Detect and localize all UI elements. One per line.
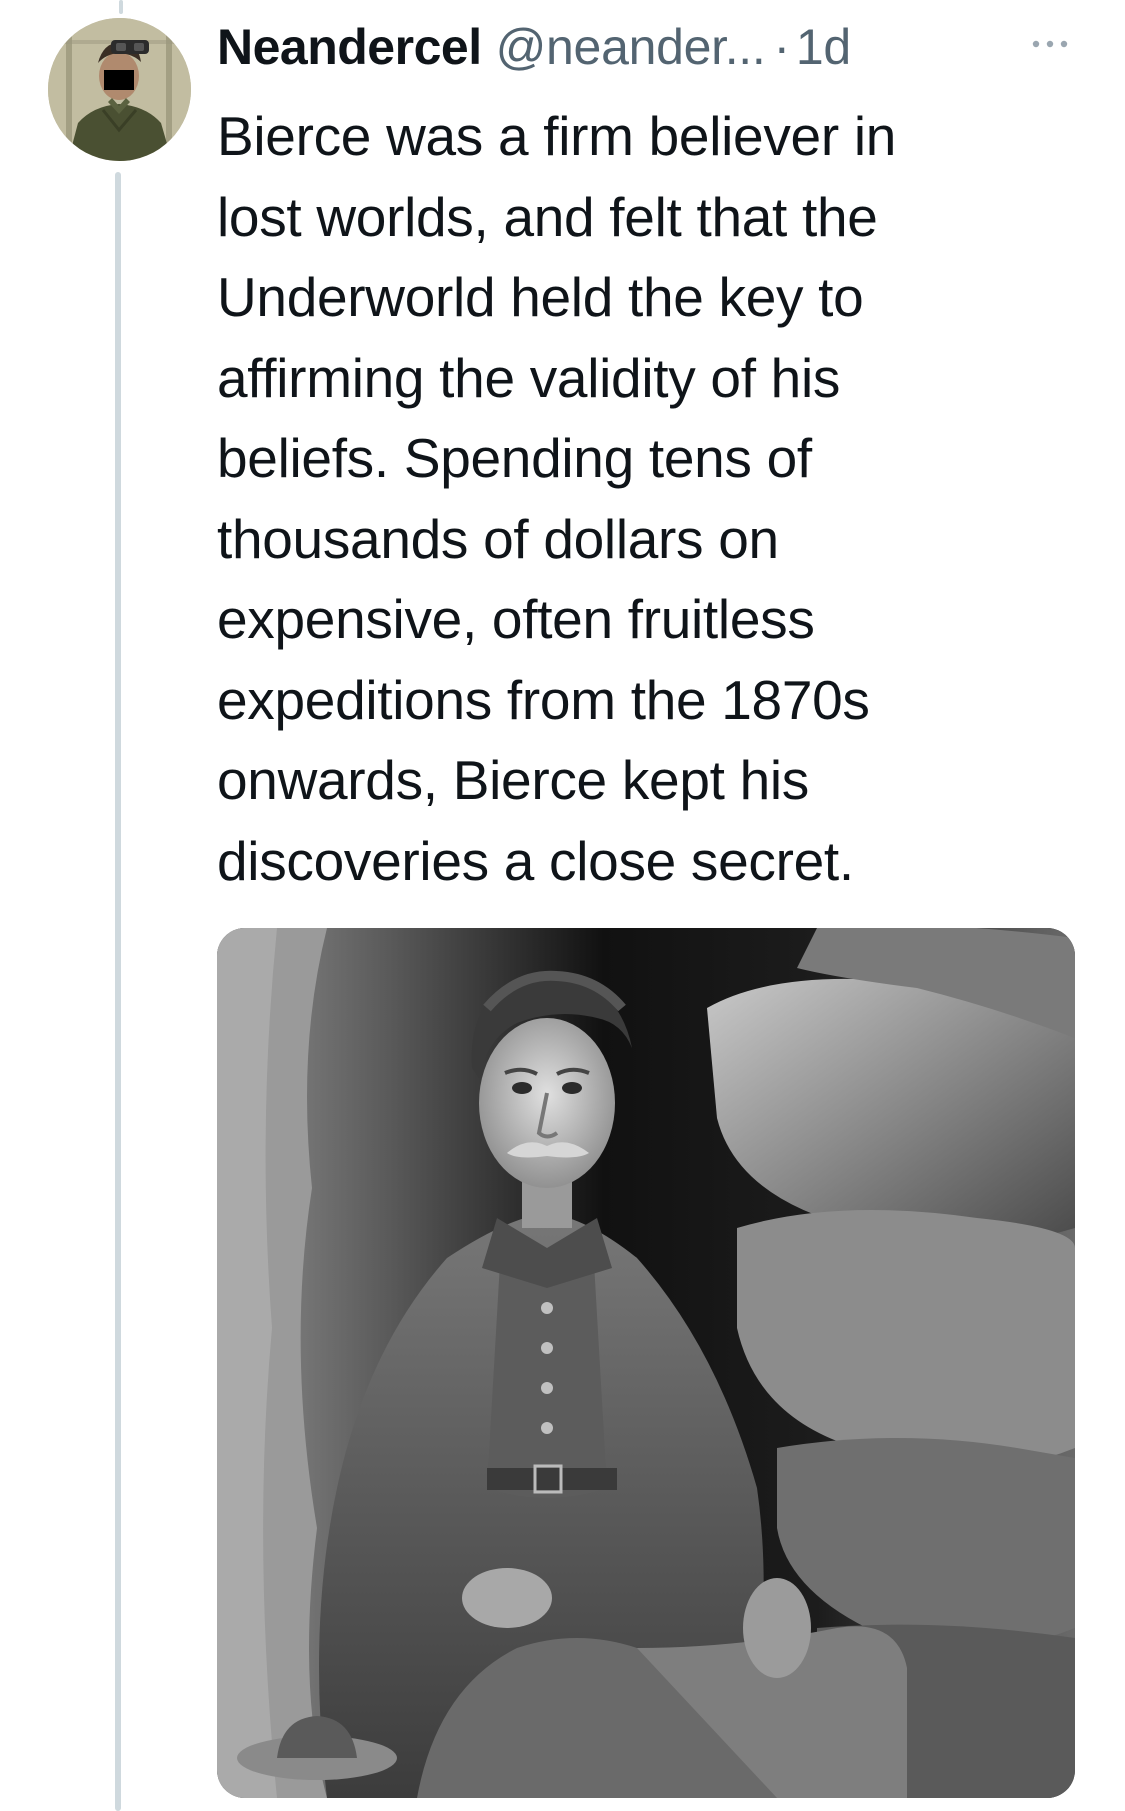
tweet-media-photo[interactable] <box>217 928 1075 1798</box>
tweet-header: Neandercel @neander... · 1d <box>217 14 1097 80</box>
avatar-image <box>48 18 191 161</box>
display-name[interactable]: Neandercel <box>217 14 482 80</box>
photo-image <box>217 928 1075 1798</box>
timestamp[interactable]: 1d <box>796 14 851 80</box>
tweet-text: Bierce was a firm believer in lost world… <box>217 105 897 892</box>
user-handle[interactable]: @neander... <box>496 14 766 80</box>
tweet[interactable]: Neandercel @neander... · 1d Bierce was a… <box>0 0 1125 1811</box>
thread-line-top <box>119 0 123 14</box>
more-horizontal-icon[interactable] <box>1028 34 1072 54</box>
separator-dot: · <box>773 19 790 75</box>
avatar[interactable] <box>48 18 191 161</box>
thread-line <box>115 172 121 1811</box>
